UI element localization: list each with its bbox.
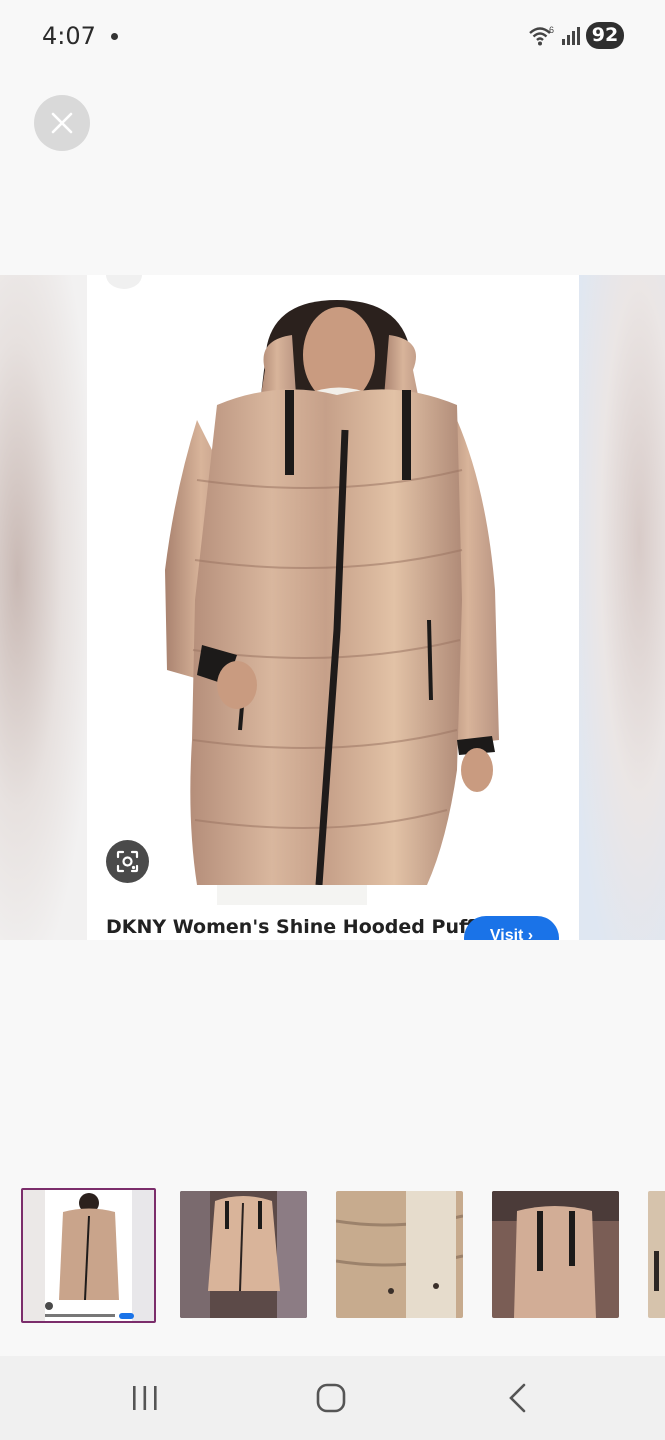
thumbnail-3[interactable] — [336, 1191, 463, 1318]
thumbnail-2-image — [180, 1191, 307, 1318]
thumbnail-5[interactable] — [648, 1191, 665, 1318]
battery-indicator: 92 — [586, 22, 624, 49]
thumbnail-4[interactable] — [492, 1191, 619, 1318]
system-navigation-bar — [0, 1356, 665, 1440]
thumbnail-2[interactable] — [180, 1191, 307, 1318]
cell-signal-icon — [562, 27, 580, 45]
thumbnail-1-image — [23, 1190, 154, 1321]
visit-button[interactable]: Visit › — [464, 916, 559, 940]
wifi-badge: 6 — [549, 25, 554, 35]
image-viewer[interactable]: DKNY Women's Shine Hooded Puffer Visit › — [0, 275, 665, 940]
wifi-icon: 6 — [529, 25, 554, 46]
thumbnail-1[interactable] — [21, 1188, 156, 1323]
back-icon[interactable] — [506, 1383, 530, 1413]
thumbnail-5-image — [648, 1191, 665, 1318]
home-icon[interactable] — [316, 1383, 346, 1413]
lens-icon — [116, 850, 139, 873]
product-title[interactable]: DKNY Women's Shine Hooded Puffer — [106, 916, 497, 938]
source-favicon — [106, 275, 142, 289]
thumbnail-4-image — [492, 1191, 619, 1318]
close-icon — [51, 112, 73, 134]
close-button[interactable] — [34, 95, 90, 151]
notification-dot — [111, 33, 118, 40]
lens-button[interactable] — [106, 840, 149, 883]
product-photo-puffer-coat — [165, 300, 499, 905]
thumbnail-3-image — [336, 1191, 463, 1318]
blurred-background-left — [0, 275, 87, 940]
blurred-background-right — [579, 275, 665, 940]
recents-icon[interactable] — [130, 1384, 160, 1412]
product-image-card: DKNY Women's Shine Hooded Puffer Visit › — [87, 275, 579, 940]
clock: 4:07 — [42, 22, 96, 50]
status-bar: 4:07 6 92 — [0, 0, 665, 72]
thumbnail-strip[interactable] — [0, 1188, 665, 1323]
